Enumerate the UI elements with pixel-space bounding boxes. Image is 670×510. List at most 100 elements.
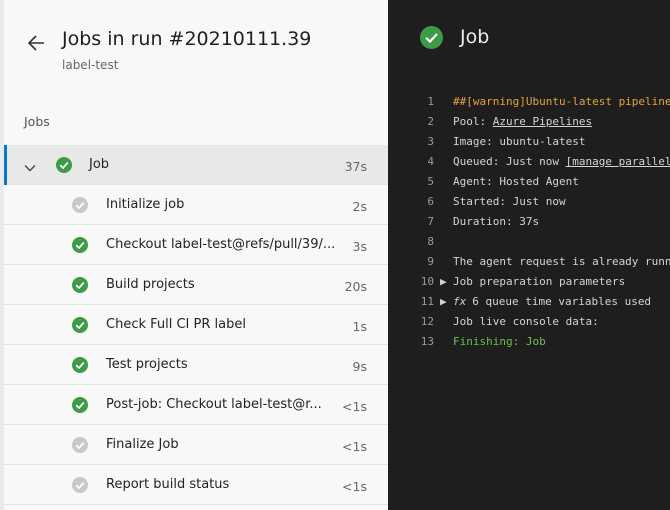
expand-triangle-icon[interactable]: ▶ bbox=[440, 275, 447, 288]
line-text: Finishing: Job bbox=[453, 335, 546, 348]
step-duration: 9s bbox=[352, 359, 367, 374]
log-line: 13 Finishing: Job bbox=[388, 332, 670, 352]
log-line: 4 Queued: Just now [manage parallel jobs] bbox=[388, 152, 670, 172]
line-text: Started: Just now bbox=[453, 195, 566, 208]
step-row[interactable]: Build projects 20s bbox=[4, 265, 388, 305]
line-content: Job preparation parameters bbox=[453, 275, 626, 288]
chevron-down-icon[interactable] bbox=[24, 159, 36, 172]
step-duration: 20s bbox=[344, 279, 367, 294]
log-line: 9 The agent request is already running or… bbox=[388, 252, 670, 272]
page-title: Jobs in run #20210111.39 bbox=[62, 28, 312, 50]
line-number: 4 bbox=[427, 155, 434, 168]
expand-triangle-icon[interactable]: ▶ bbox=[440, 295, 447, 308]
line-text: Job preparation parameters bbox=[453, 275, 625, 288]
step-row[interactable]: Post-job: Checkout label-test@r... <1s bbox=[4, 385, 388, 425]
line-number: 3 bbox=[427, 135, 434, 148]
step-label: Checkout label-test@refs/pull/39/... bbox=[106, 237, 336, 252]
step-label: Post-job: Checkout label-test@r... bbox=[106, 397, 322, 412]
line-text: ##[warning]Ubuntu-latest pipelines will … bbox=[453, 95, 670, 108]
job-row[interactable]: Job 37s bbox=[4, 145, 388, 185]
step-label: Finalize Job bbox=[106, 437, 179, 452]
line-content: Job live console data: bbox=[453, 315, 599, 328]
line-content: Image: ubuntu-latest bbox=[453, 135, 586, 148]
log-link[interactable]: [manage parallel jobs] bbox=[566, 155, 670, 168]
job-duration: 37s bbox=[344, 159, 367, 174]
line-text: Queued: Just now [manage parallel jobs] bbox=[453, 155, 670, 168]
log-line: 6 Started: Just now bbox=[388, 192, 670, 212]
log-line: 7 Duration: 37s bbox=[388, 212, 670, 232]
step-duration: <1s bbox=[342, 479, 367, 494]
line-content: ##[warning]Ubuntu-latest pipelines will … bbox=[453, 95, 670, 108]
success-icon bbox=[72, 277, 88, 293]
line-content: Agent: Hosted Agent bbox=[453, 175, 579, 188]
page-subtitle: label-test bbox=[62, 58, 119, 72]
step-row[interactable]: Checkout label-test@refs/pull/39/... 3s bbox=[4, 225, 388, 265]
step-row[interactable]: Test projects 9s bbox=[4, 345, 388, 385]
step-label: Build projects bbox=[106, 277, 195, 292]
arrow-left-icon[interactable] bbox=[26, 32, 48, 54]
success-icon bbox=[72, 237, 88, 253]
line-text: fx 6 queue time variables used bbox=[453, 295, 651, 308]
log-line: 11 ▶ fx 6 queue time variables used bbox=[388, 292, 670, 312]
step-label: Report build status bbox=[106, 477, 230, 492]
line-content: The agent request is already running or … bbox=[453, 255, 670, 268]
log-line: 10 ▶ Job preparation parameters bbox=[388, 272, 670, 292]
line-number: 6 bbox=[427, 195, 434, 208]
success-icon bbox=[420, 26, 443, 49]
step-duration: 1s bbox=[352, 319, 367, 334]
log-line: 3 Image: ubuntu-latest bbox=[388, 132, 670, 152]
line-number: 5 bbox=[427, 175, 434, 188]
line-text: Job live console data: bbox=[453, 315, 599, 328]
line-number: 8 bbox=[427, 235, 434, 248]
step-label: Initialize job bbox=[106, 197, 185, 212]
line-number: 7 bbox=[427, 215, 434, 228]
step-duration: 2s bbox=[352, 199, 367, 214]
selection-indicator bbox=[4, 145, 7, 185]
jobs-section-label: Jobs bbox=[24, 114, 50, 129]
line-text: Agent: Hosted Agent bbox=[453, 175, 579, 188]
line-number: 13 bbox=[420, 335, 434, 348]
step-duration: 3s bbox=[352, 239, 367, 254]
line-content: Duration: 37s bbox=[453, 215, 540, 228]
step-row[interactable]: Check Full CI PR label 1s bbox=[4, 305, 388, 345]
console-title: Job bbox=[460, 26, 490, 48]
step-label: Check Full CI PR label bbox=[106, 317, 246, 332]
log-line: 2 Pool: Azure Pipelines bbox=[388, 112, 670, 132]
console-panel: Job 1 ##[warning]Ubuntu-latest pipelines … bbox=[388, 0, 670, 510]
skipped-icon bbox=[72, 477, 88, 493]
line-prefix: Queued: Just now bbox=[453, 155, 566, 168]
success-icon bbox=[72, 317, 88, 333]
step-duration: <1s bbox=[342, 399, 367, 414]
line-number: 1 bbox=[427, 95, 434, 108]
jobs-panel: Jobs in run #20210111.39 label-test Jobs… bbox=[0, 0, 388, 510]
log-line: 1 ##[warning]Ubuntu-latest pipelines will… bbox=[388, 92, 670, 112]
line-number: 12 bbox=[420, 315, 434, 328]
success-icon bbox=[72, 397, 88, 413]
job-label: Job bbox=[89, 157, 110, 172]
line-text: Pool: Azure Pipelines bbox=[453, 115, 592, 128]
function-icon: fx bbox=[453, 295, 467, 308]
log-line: 5 Agent: Hosted Agent bbox=[388, 172, 670, 192]
line-prefix: Pool: bbox=[453, 115, 493, 128]
line-text: Duration: 37s bbox=[453, 215, 539, 228]
console-log: 1 ##[warning]Ubuntu-latest pipelines will… bbox=[388, 92, 670, 352]
log-line: 12 Job live console data: bbox=[388, 312, 670, 332]
log-link[interactable]: Azure Pipelines bbox=[493, 115, 592, 128]
line-number: 9 bbox=[427, 255, 434, 268]
step-duration: <1s bbox=[342, 439, 367, 454]
skipped-icon bbox=[72, 437, 88, 453]
log-line: 8 bbox=[388, 232, 670, 252]
step-row[interactable]: Report build status <1s bbox=[4, 465, 388, 505]
skipped-icon bbox=[72, 197, 88, 213]
step-row[interactable]: Initialize job 2s bbox=[4, 185, 388, 225]
line-content: 6 queue time variables used bbox=[472, 295, 652, 308]
step-row[interactable]: Finalize Job <1s bbox=[4, 425, 388, 465]
line-text: The agent request is already running or … bbox=[453, 255, 670, 268]
line-text: Image: ubuntu-latest bbox=[453, 135, 585, 148]
step-label: Test projects bbox=[106, 357, 188, 372]
line-content: Finishing: Job bbox=[453, 335, 546, 348]
line-number: 11 bbox=[420, 295, 434, 308]
line-content: Started: Just now bbox=[453, 195, 566, 208]
line-number: 2 bbox=[427, 115, 434, 128]
success-icon bbox=[56, 157, 72, 173]
